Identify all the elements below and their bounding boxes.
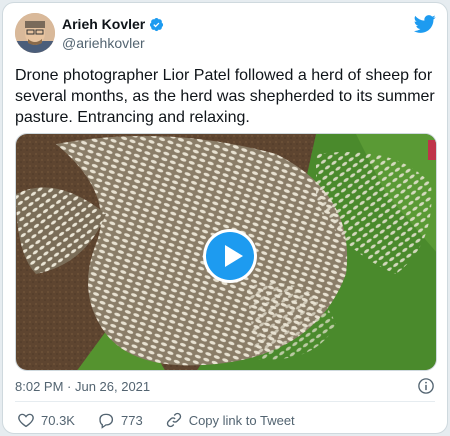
tweet-timestamp[interactable]: 8:02 PM · Jun 26, 2021 — [15, 379, 150, 394]
like-button[interactable]: 70.3K — [17, 411, 75, 429]
reply-count: 773 — [120, 412, 143, 428]
info-icon[interactable] — [417, 377, 435, 395]
play-button[interactable] — [203, 229, 257, 283]
copy-link-label: Copy link to Tweet — [188, 412, 295, 428]
author-handle[interactable]: @ariehkovler — [62, 35, 164, 51]
heart-icon — [18, 413, 34, 428]
like-count: 70.3K — [41, 412, 75, 428]
tweet-header: Arieh Kovler @ariehkovler — [15, 13, 437, 55]
play-icon — [206, 232, 254, 280]
tweet-card: Arieh Kovler @ariehkovler Drone photogra… — [2, 2, 448, 434]
author-names: Arieh Kovler @ariehkovler — [62, 16, 164, 51]
verified-badge-icon — [150, 17, 164, 31]
tweet-actions: 70.3K 773 Copy link to Tweet — [17, 411, 317, 429]
copy-link-button[interactable]: Copy link to Tweet — [165, 411, 295, 429]
tweet-text: Drone photographer Lior Patel followed a… — [15, 67, 435, 126]
divider — [15, 401, 435, 402]
tweet-video[interactable] — [15, 133, 437, 371]
reply-icon — [99, 413, 114, 429]
twitter-bird-icon[interactable] — [413, 13, 437, 35]
link-icon — [166, 412, 181, 428]
avatar[interactable] — [15, 13, 55, 53]
author-display-name[interactable]: Arieh Kovler — [62, 16, 145, 32]
reply-button[interactable]: 773 — [97, 411, 143, 429]
